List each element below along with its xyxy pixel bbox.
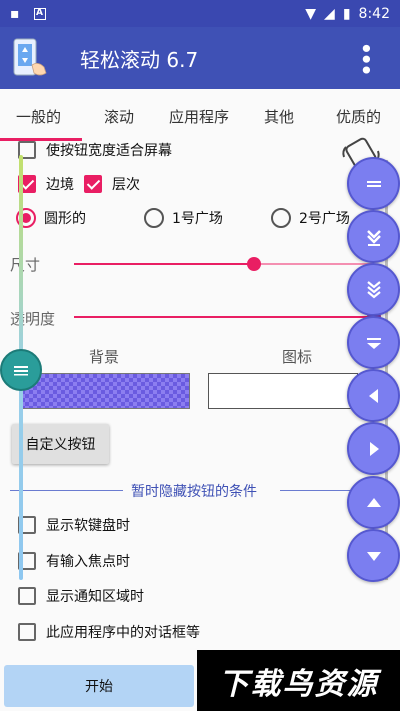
size-label: 尺寸 bbox=[10, 256, 41, 274]
menu-float-button[interactable] bbox=[347, 157, 400, 210]
arrow-up-icon bbox=[366, 497, 381, 507]
layers-option[interactable]: 层次 bbox=[84, 174, 140, 194]
hide-keyboard-option[interactable]: 显示软键盘时 bbox=[18, 515, 130, 535]
opacity-label: 透明度 bbox=[10, 310, 56, 328]
tab-general[interactable]: 一般的 bbox=[16, 106, 61, 127]
tab-apps[interactable]: 应用程序 bbox=[169, 106, 229, 127]
hide-notification-option[interactable]: 显示通知区域时 bbox=[18, 586, 144, 606]
border-option[interactable]: 边境 bbox=[18, 174, 74, 194]
border-label: 边境 bbox=[46, 177, 74, 193]
opacity-slider-fill bbox=[74, 316, 374, 318]
icon-label: 图标 bbox=[282, 348, 313, 366]
wifi-icon: ▼ bbox=[305, 5, 317, 22]
app-title: 轻松滚动 6.7 bbox=[80, 47, 199, 72]
status-bar: ▪ A ▼ ◢ ▮ 8:42 bbox=[0, 0, 400, 27]
hide-notification-label: 显示通知区域时 bbox=[46, 589, 144, 605]
hide-keyboard-label: 显示软键盘时 bbox=[46, 518, 130, 534]
double-chevron-down-bar-icon bbox=[366, 229, 381, 246]
triple-chevron-down-icon bbox=[366, 280, 381, 298]
hide-dialog-checkbox[interactable] bbox=[18, 623, 36, 641]
menu-icon bbox=[366, 180, 381, 187]
hide-focus-option[interactable]: 有输入焦点时 bbox=[18, 551, 130, 571]
custom-button[interactable]: 自定义按钮 bbox=[12, 424, 109, 464]
scroll-handle-icon[interactable] bbox=[0, 349, 42, 391]
scroll-up-float-button[interactable] bbox=[347, 476, 400, 529]
section-divider-left bbox=[10, 490, 123, 491]
fit-width-option[interactable]: 使按钮宽度适合屏幕 bbox=[18, 140, 172, 160]
shape-square2-label: 2号广场 bbox=[299, 211, 350, 227]
fit-width-label: 使按钮宽度适合屏幕 bbox=[46, 143, 172, 159]
app-logo-icon bbox=[10, 37, 52, 79]
layers-label: 层次 bbox=[112, 177, 140, 193]
hide-section-title: 暂时隐藏按钮的条件 bbox=[131, 484, 257, 500]
tab-bar: 一般的 滚动 应用程序 其他 优质的 bbox=[0, 89, 400, 141]
shape-square2-radio[interactable] bbox=[271, 208, 291, 228]
arrow-left-icon bbox=[368, 388, 378, 403]
shape-square1-label: 1号广场 bbox=[172, 211, 223, 227]
start-button[interactable]: 开始 bbox=[4, 665, 194, 707]
arrow-right-icon bbox=[369, 441, 379, 456]
background-color-swatch[interactable] bbox=[20, 373, 190, 409]
tab-scroll[interactable]: 滚动 bbox=[104, 106, 134, 127]
watermark-logo: 下载鸟资源 bbox=[197, 650, 400, 711]
app-bar: 轻松滚动 6.7 ••• bbox=[0, 27, 400, 89]
hide-dialog-option[interactable]: 此应用程序中的对话框等 bbox=[18, 622, 200, 642]
scroll-left-float-button[interactable] bbox=[347, 369, 400, 422]
shape-square1-option[interactable]: 1号广场 bbox=[144, 208, 223, 228]
background-label: 背景 bbox=[89, 348, 120, 366]
section-divider-right bbox=[280, 490, 350, 491]
arrow-down-icon bbox=[366, 551, 381, 561]
hide-dialog-label: 此应用程序中的对话框等 bbox=[46, 625, 200, 641]
page-down-float-button[interactable] bbox=[347, 263, 400, 316]
layers-checkbox[interactable] bbox=[84, 175, 102, 193]
size-slider-thumb[interactable] bbox=[247, 257, 261, 271]
tab-premium[interactable]: 优质的 bbox=[336, 106, 381, 127]
status-time: 8:42 bbox=[358, 5, 390, 22]
input-method-icon: A bbox=[33, 7, 46, 20]
icon-color-swatch[interactable] bbox=[208, 373, 358, 409]
shape-square1-radio[interactable] bbox=[144, 208, 164, 228]
shape-round-label: 圆形的 bbox=[44, 211, 86, 227]
scroll-bottom-float-button[interactable] bbox=[347, 210, 400, 263]
notification-icon: ▪ bbox=[10, 5, 20, 22]
scroll-down-float-button[interactable] bbox=[347, 316, 400, 369]
size-slider-fill bbox=[74, 263, 254, 265]
hide-focus-label: 有输入焦点时 bbox=[46, 554, 130, 570]
shape-round-option[interactable]: 圆形的 bbox=[16, 208, 86, 228]
battery-icon: ▮ bbox=[342, 5, 351, 22]
scroll-down-arrow-float-button[interactable] bbox=[347, 529, 400, 582]
hide-notification-checkbox[interactable] bbox=[18, 587, 36, 605]
signal-icon: ◢ bbox=[324, 5, 335, 22]
arrow-down-bar-icon bbox=[366, 337, 381, 349]
tab-other[interactable]: 其他 bbox=[264, 106, 294, 127]
shape-square2-option[interactable]: 2号广场 bbox=[271, 208, 350, 228]
overflow-menu-icon[interactable]: ••• bbox=[354, 42, 378, 74]
scroll-right-float-button[interactable] bbox=[347, 422, 400, 475]
